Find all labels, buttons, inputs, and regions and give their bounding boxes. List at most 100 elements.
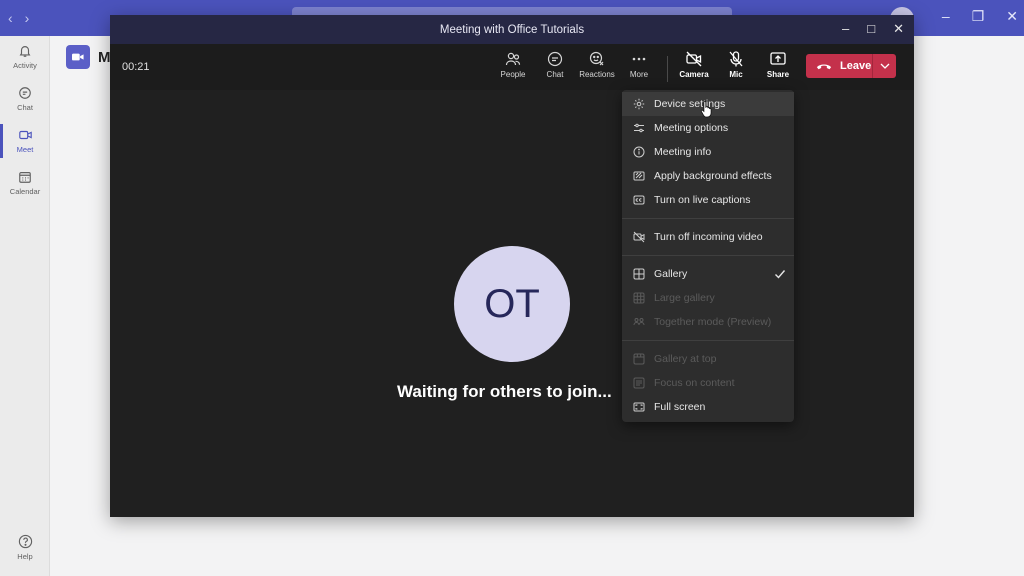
hang-up-icon [816, 64, 832, 70]
info-icon [633, 146, 645, 158]
menu-divider [622, 255, 794, 256]
page-title: M [98, 49, 111, 66]
people-icon [505, 52, 521, 66]
hand-cursor-icon [700, 100, 712, 118]
more-options-menu: Device settings Meeting options Meeting … [622, 90, 794, 422]
leave-label: Leave [840, 60, 872, 72]
participant-avatar: OT [454, 246, 570, 362]
rail-item-calendar[interactable]: Calendar [0, 162, 50, 204]
rail-label: Activity [13, 61, 37, 70]
focus-icon [633, 377, 645, 389]
menu-item-label: Gallery [654, 268, 688, 280]
camera-label: Camera [679, 70, 709, 79]
share-label: Share [766, 70, 790, 79]
menu-item-meeting-options[interactable]: Meeting options [622, 116, 794, 140]
menu-item-full-screen[interactable]: Full screen [622, 395, 794, 419]
mic-label: Mic [729, 70, 743, 79]
menu-divider [622, 340, 794, 341]
gallery-top-icon [633, 353, 645, 365]
minimize-icon[interactable]: – [842, 21, 849, 37]
leave-button-group: Leave [806, 54, 896, 78]
meeting-timer: 00:21 [122, 61, 150, 73]
video-off-icon [633, 231, 645, 243]
checkmark-icon [775, 270, 786, 279]
waiting-message: Waiting for others to join... [397, 382, 612, 401]
menu-item-label: Full screen [654, 401, 706, 413]
more-icon [632, 57, 646, 61]
nav-arrows: ‹ › [8, 10, 29, 26]
menu-item-meeting-info[interactable]: Meeting info [622, 140, 794, 164]
help-icon [18, 534, 32, 548]
rail-label: Calendar [9, 187, 41, 196]
toolbar-divider [667, 56, 668, 82]
rail-item-activity[interactable]: Activity [0, 36, 50, 78]
menu-item-live-captions[interactable]: Turn on live captions [622, 188, 794, 212]
chat-button[interactable]: Chat [534, 50, 576, 86]
close-icon[interactable]: ✕ [1006, 8, 1018, 25]
people-button[interactable]: People [492, 50, 534, 86]
captions-icon [633, 195, 645, 205]
rail-label: Chat [17, 103, 33, 112]
rail-label: Meet [16, 145, 34, 154]
meet-app-icon [66, 45, 90, 69]
video-icon [18, 130, 32, 140]
rail-item-meet[interactable]: Meet [0, 120, 50, 162]
large-gallery-icon [633, 292, 645, 304]
reactions-button[interactable]: Reactions [576, 50, 618, 86]
menu-item-label: Turn on live captions [654, 194, 751, 206]
video-icon [72, 53, 84, 61]
menu-item-incoming-video[interactable]: Turn off incoming video [622, 225, 794, 249]
menu-item-label: Focus on content [654, 377, 735, 389]
mic-off-icon [729, 51, 743, 67]
menu-item-label: Meeting info [654, 146, 712, 158]
menu-item-label: Device settings [654, 98, 726, 110]
app-window-controls: – ❐ ✕ [942, 8, 1018, 25]
share-button[interactable]: Share [757, 50, 799, 86]
chat-icon [19, 87, 31, 99]
menu-item-label: Meeting options [654, 122, 729, 134]
more-button[interactable]: More [618, 50, 660, 86]
calendar-icon [19, 172, 31, 183]
more-label: More [629, 70, 649, 79]
people-label: People [500, 70, 526, 79]
camera-button[interactable]: Camera [673, 50, 715, 86]
reactions-label: Reactions [579, 70, 615, 79]
menu-item-focus-on-content: Focus on content [622, 371, 794, 395]
gallery-icon [633, 268, 645, 280]
mic-button[interactable]: Mic [715, 50, 757, 86]
camera-off-icon [686, 51, 702, 67]
rail-label: Help [17, 551, 33, 561]
rail-item-help[interactable]: Help [0, 526, 50, 568]
close-icon[interactable]: ✕ [893, 21, 904, 37]
chat-label: Chat [546, 70, 564, 79]
menu-item-large-gallery: Large gallery [622, 286, 794, 310]
menu-item-gallery-at-top: Gallery at top [622, 347, 794, 371]
menu-item-label: Turn off incoming video [654, 231, 763, 243]
menu-item-label: Together mode (Preview) [654, 316, 772, 328]
menu-item-label: Apply background effects [654, 170, 772, 182]
menu-item-gallery[interactable]: Gallery [622, 262, 794, 286]
leave-options-button[interactable] [873, 63, 896, 69]
together-mode-icon [633, 318, 645, 326]
menu-item-background-effects[interactable]: Apply background effects [622, 164, 794, 188]
restore-icon[interactable]: ❐ [972, 8, 985, 25]
meeting-title-bar: Meeting with Office Tutorials – □ ✕ [110, 15, 914, 44]
forward-arrow-icon[interactable]: › [25, 10, 30, 26]
chevron-down-icon [880, 63, 889, 69]
menu-item-together-mode: Together mode (Preview) [622, 310, 794, 334]
minimize-icon[interactable]: – [942, 8, 950, 25]
maximize-icon[interactable]: □ [867, 21, 875, 37]
back-arrow-icon[interactable]: ‹ [8, 10, 13, 26]
share-icon [770, 52, 786, 65]
menu-divider [622, 218, 794, 219]
rail-item-chat[interactable]: Chat [0, 78, 50, 120]
leave-button[interactable]: Leave [806, 54, 872, 78]
meeting-toolbar: 00:21 People Chat Reactions More Camera … [110, 44, 914, 90]
background-effects-icon [633, 171, 645, 181]
gear-icon [633, 98, 645, 110]
menu-item-label: Large gallery [654, 292, 715, 304]
sliders-icon [634, 123, 644, 133]
chat-icon [547, 51, 563, 67]
meeting-window-title: Meeting with Office Tutorials [439, 23, 585, 36]
reactions-icon [589, 51, 604, 66]
